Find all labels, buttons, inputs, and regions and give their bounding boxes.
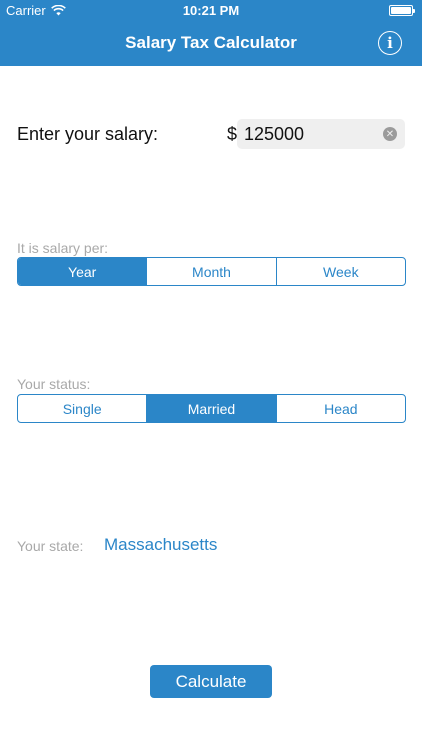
status-time: 10:21 PM — [182, 3, 240, 18]
status-option-single[interactable]: Single — [18, 395, 148, 422]
state-selector[interactable]: Massachusetts — [104, 535, 217, 555]
info-icon[interactable]: i — [378, 31, 402, 55]
salary-input-value: 125000 — [244, 123, 305, 144]
status-option-head[interactable]: Head — [277, 395, 405, 422]
salary-input[interactable]: 125000 ✕ — [237, 119, 405, 149]
status-bar: Carrier 10:21 PM — [0, 0, 422, 22]
period-option-week[interactable]: Week — [277, 258, 405, 285]
clear-icon[interactable]: ✕ — [383, 127, 397, 141]
state-label: Your state: — [17, 538, 84, 554]
status-segmented-control: Single Married Head — [17, 394, 406, 423]
period-segmented-control: Year Month Week — [17, 257, 406, 286]
period-option-year[interactable]: Year — [18, 258, 148, 285]
status-option-married[interactable]: Married — [147, 395, 277, 422]
battery-icon — [389, 5, 415, 16]
calculate-button[interactable]: Calculate — [150, 665, 272, 698]
page-title: Salary Tax Calculator — [125, 33, 297, 52]
status-label: Your status: — [17, 376, 91, 392]
period-label: It is salary per: — [17, 240, 109, 256]
salary-label: Enter your salary: — [17, 124, 159, 144]
period-option-month[interactable]: Month — [147, 258, 277, 285]
navigation-bar: Carrier 10:21 PM Salary Tax Calculator i — [0, 0, 422, 66]
currency-symbol: $ — [227, 124, 238, 144]
